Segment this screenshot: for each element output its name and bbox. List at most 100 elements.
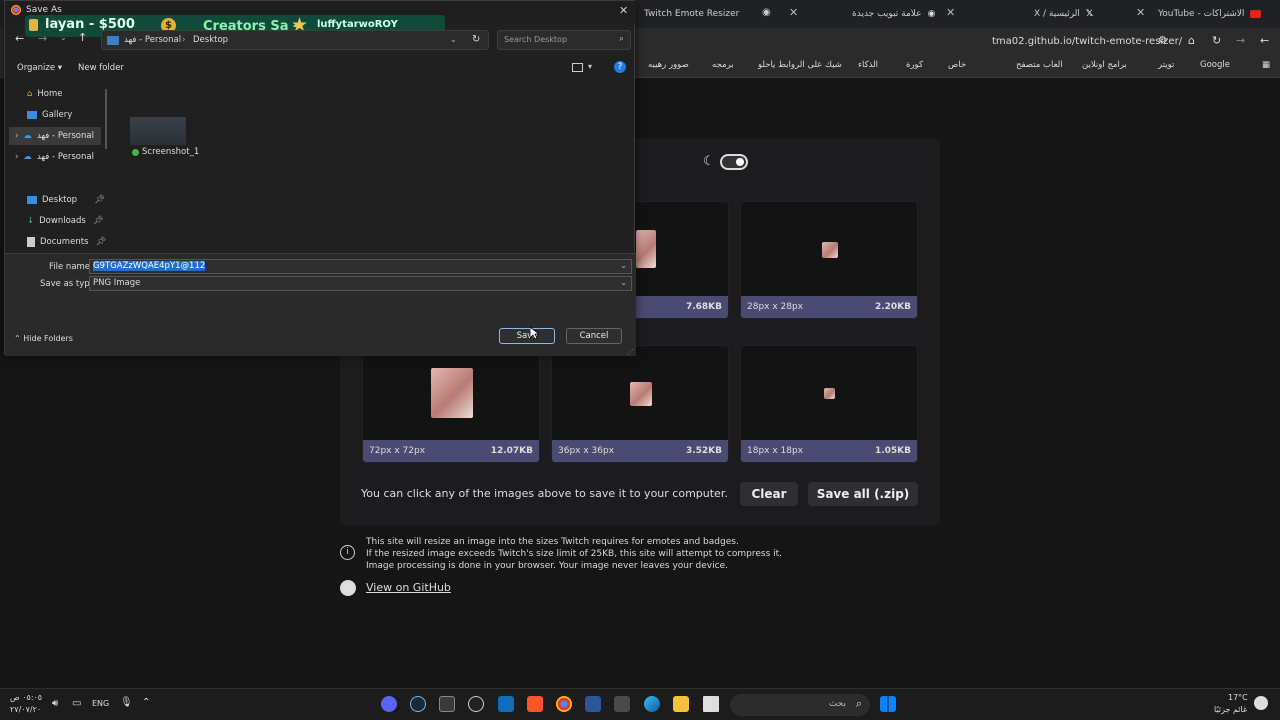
- organize-button[interactable]: Organize ▾: [17, 63, 62, 73]
- address-bar[interactable]: tma02.github.io/twitch-emote-resizer/: [992, 36, 1182, 47]
- bookmark-photos[interactable]: صوور رهيبه: [648, 60, 689, 70]
- close-icon[interactable]: ✕: [1136, 6, 1145, 19]
- volume-icon[interactable]: 🔊︎: [52, 698, 58, 709]
- back-icon[interactable]: ←: [15, 32, 24, 45]
- tab-x-home[interactable]: X / الرئيسية 𝕏: [1034, 4, 1093, 24]
- bookmark-browser-games[interactable]: العاب متصفح: [1016, 60, 1063, 70]
- tab-youtube[interactable]: YouTube - الاشتراكات: [1158, 4, 1262, 24]
- recent-locations-icon[interactable]: ⌄: [60, 33, 67, 42]
- youtube-icon: [1250, 10, 1262, 18]
- reload-icon[interactable]: ↻: [1212, 34, 1221, 47]
- view-options-icon[interactable]: [572, 63, 583, 72]
- save-button[interactable]: Save: [499, 328, 555, 344]
- bookmark-programming[interactable]: برمجه: [712, 60, 734, 70]
- chevron-down-icon[interactable]: ⌄: [450, 35, 457, 44]
- hide-folders-label: Hide Folders: [23, 334, 73, 343]
- file-name-field[interactable]: G9TGAZzWQAE4pY1@112 ⌄: [89, 259, 632, 274]
- mail-icon[interactable]: [498, 696, 514, 712]
- site-settings-icon[interactable]: ⚙: [1158, 35, 1167, 46]
- store-icon[interactable]: [614, 696, 630, 712]
- chevron-down-icon[interactable]: ▾: [588, 62, 592, 71]
- breadcrumb-segment-personal[interactable]: فهد - Personal: [124, 35, 181, 45]
- gallery-icon: [27, 111, 37, 119]
- bookmark-online-apps[interactable]: برامج اونلاين: [1082, 60, 1127, 70]
- taskbar: ٠٥:٠٥ ص ٢٧/٠٧/٢٠ 🔊︎ ▭ ENG 🎙︎ ⌃ ⌕ بحث 17°…: [0, 688, 1280, 720]
- tab-label: X / الرئيسية: [1034, 9, 1080, 19]
- tab-new-tab[interactable]: علامة تبويب جديدة ◉: [852, 4, 935, 24]
- network-icon[interactable]: ▭: [72, 698, 81, 709]
- close-icon[interactable]: ✕: [946, 6, 955, 19]
- xbox-icon[interactable]: [439, 696, 455, 712]
- close-icon[interactable]: ✕: [789, 6, 798, 19]
- chrome-icon[interactable]: [556, 696, 572, 712]
- sidebar-item-onedrive-personal[interactable]: › ☁ فهد - Personal: [9, 127, 101, 145]
- search-desktop-input[interactable]: Search Desktop ⌕: [497, 30, 631, 50]
- close-icon[interactable]: ✕: [619, 4, 628, 17]
- weather-temp[interactable]: 17°C: [1228, 693, 1248, 702]
- scrollbar[interactable]: [105, 89, 107, 149]
- tile-28[interactable]: 28px x 28px 2.20KB: [740, 201, 918, 319]
- pin-icon[interactable]: 📌︎: [94, 195, 105, 205]
- sidebar-item-home[interactable]: ⌂ Home: [27, 85, 63, 103]
- tab-twitch-emote-resizer[interactable]: Twitch Emote Resizer: [644, 4, 739, 24]
- bookmark-private[interactable]: خاص: [948, 60, 966, 70]
- bookmark-football[interactable]: كورة: [906, 60, 923, 70]
- bookmark-ai[interactable]: الذكاء: [858, 60, 878, 70]
- bookmark-google[interactable]: Google: [1200, 60, 1230, 70]
- tile-36[interactable]: 36px x 36px 3.52KB: [551, 345, 729, 463]
- pin-icon[interactable]: 📌︎: [95, 237, 106, 247]
- clock-time[interactable]: ٠٥:٠٥ ص: [10, 693, 42, 702]
- cancel-button[interactable]: Cancel: [566, 328, 622, 344]
- up-folder-icon[interactable]: ↑: [78, 31, 87, 44]
- pin-icon[interactable]: 📌︎: [93, 216, 104, 226]
- app-icon[interactable]: [468, 696, 484, 712]
- chevron-down-icon[interactable]: ⌄: [620, 261, 627, 270]
- hide-folders-button[interactable]: ⌃ Hide Folders: [14, 334, 73, 343]
- new-folder-button[interactable]: New folder: [78, 63, 124, 73]
- weather-cloud-icon[interactable]: [1254, 696, 1268, 710]
- document-icon: [27, 237, 35, 247]
- sidebar-item-desktop[interactable]: Desktop 📌︎: [27, 191, 105, 209]
- theme-toggle[interactable]: [720, 154, 748, 170]
- forward-icon[interactable]: →: [1236, 34, 1245, 47]
- taskbar-search[interactable]: ⌕ بحث: [730, 694, 870, 716]
- file-item-screenshot[interactable]: Screenshot_1: [126, 113, 199, 163]
- chevron-up-icon[interactable]: ⌃: [142, 697, 150, 708]
- breadcrumb-segment-desktop[interactable]: Desktop: [193, 35, 228, 45]
- language-indicator[interactable]: ENG: [92, 699, 109, 708]
- apps-icon[interactable]: ▦: [1262, 60, 1270, 70]
- brave-icon[interactable]: [527, 696, 543, 712]
- home-icon[interactable]: ⌂: [1188, 34, 1195, 47]
- address-breadcrumb[interactable]: فهد - Personal › Desktop ⌄ ↻: [101, 30, 489, 50]
- file-explorer-icon[interactable]: [673, 696, 689, 712]
- sidebar-item-gallery[interactable]: Gallery: [27, 106, 72, 124]
- save-all-button[interactable]: Save all (.zip): [808, 482, 918, 506]
- tab-audio-icon[interactable]: ◉: [762, 7, 771, 18]
- save-dialog-app-icon[interactable]: [703, 696, 719, 712]
- github-link[interactable]: View on GitHub: [366, 581, 451, 594]
- windows-start-icon[interactable]: [880, 696, 896, 712]
- clock-date[interactable]: ٢٧/٠٧/٢٠: [10, 705, 41, 714]
- bookmark-check-links[interactable]: شيك على الروابط ياحلو: [758, 60, 842, 70]
- microphone-icon[interactable]: 🎙︎: [120, 697, 133, 708]
- sidebar-item-documents[interactable]: Documents 📌︎: [27, 233, 106, 251]
- tile-18[interactable]: 18px x 18px 1.05KB: [740, 345, 918, 463]
- sidebar-item-downloads[interactable]: ↓ Downloads 📌︎: [27, 212, 104, 230]
- word-icon[interactable]: [585, 696, 601, 712]
- bookmark-twitter[interactable]: تويتر: [1158, 60, 1174, 70]
- discord-icon[interactable]: [381, 696, 397, 712]
- save-type-select[interactable]: PNG Image ⌄: [89, 276, 632, 291]
- steam-icon[interactable]: [410, 696, 426, 712]
- sidebar-item-onedrive-personal-2[interactable]: › ☁ فهد - Personal: [15, 148, 94, 166]
- file-list: Screenshot_1: [113, 81, 633, 251]
- search-placeholder: Search Desktop: [504, 35, 568, 44]
- edge-icon[interactable]: [644, 696, 660, 712]
- forward-icon[interactable]: →: [38, 32, 47, 45]
- refresh-icon[interactable]: ↻: [472, 34, 480, 45]
- back-icon[interactable]: ←: [1260, 34, 1269, 47]
- help-icon[interactable]: ?: [614, 61, 626, 73]
- file-name-value: G9TGAZzWQAE4pY1@112: [93, 261, 206, 271]
- resize-grip-icon[interactable]: ⋰: [627, 348, 634, 356]
- tile-72[interactable]: 72px x 72px 12.07KB: [362, 345, 540, 463]
- clear-button[interactable]: Clear: [740, 482, 798, 506]
